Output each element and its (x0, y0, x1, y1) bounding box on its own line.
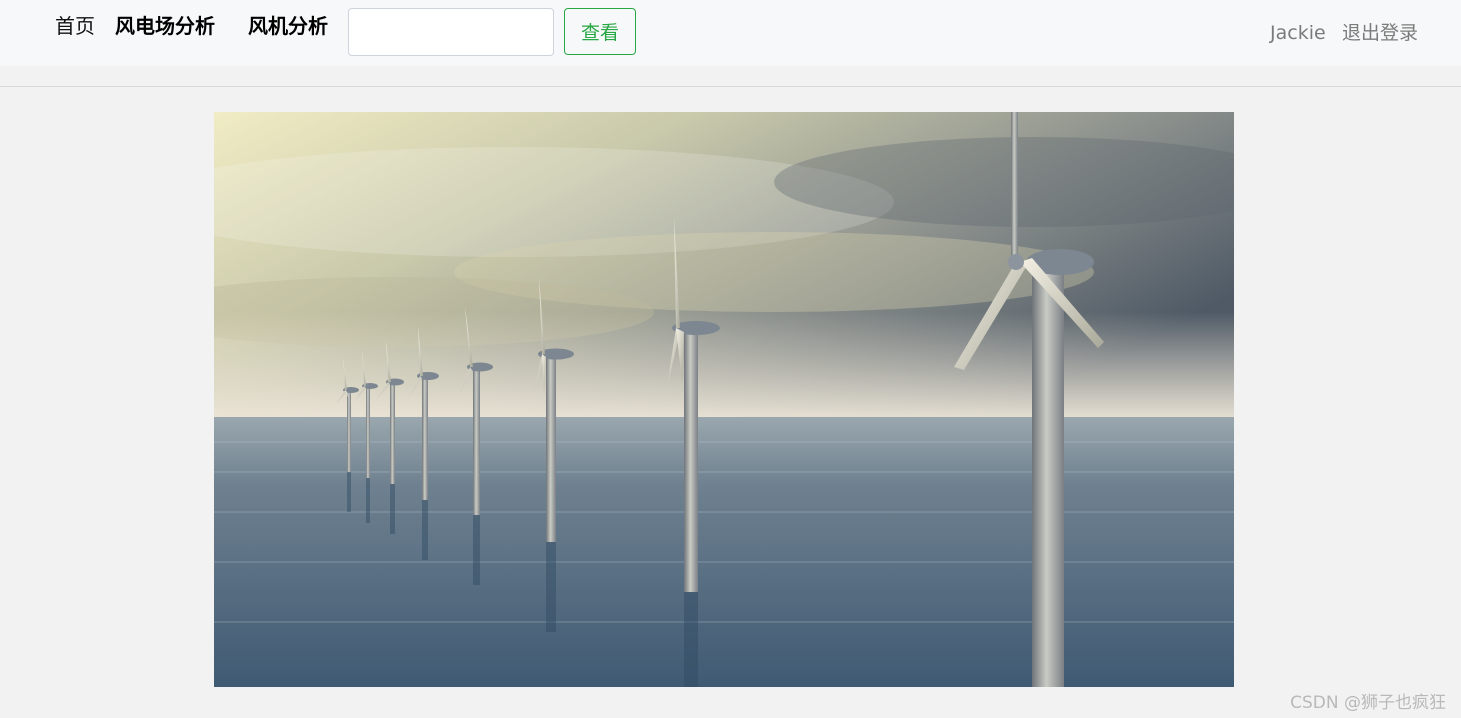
watermark-text: CSDN @狮子也疯狂 (1290, 693, 1446, 713)
view-button[interactable]: 查看 (564, 8, 636, 55)
logout-link[interactable]: 退出登录 (1342, 20, 1418, 46)
header-divider (0, 86, 1461, 87)
offshore-wind-turbines-image (214, 112, 1234, 687)
top-navbar: 首页 风电场分析 风机分析 查看 Jackie 退出登录 (0, 0, 1461, 66)
nav-home-link[interactable]: 首页 (55, 12, 95, 40)
search-input[interactable] (348, 8, 554, 56)
nav-wind-farm-analysis-link[interactable]: 风电场分析 (115, 12, 215, 40)
nav-turbine-analysis-link[interactable]: 风机分析 (248, 12, 328, 40)
username-link[interactable]: Jackie (1270, 20, 1326, 46)
